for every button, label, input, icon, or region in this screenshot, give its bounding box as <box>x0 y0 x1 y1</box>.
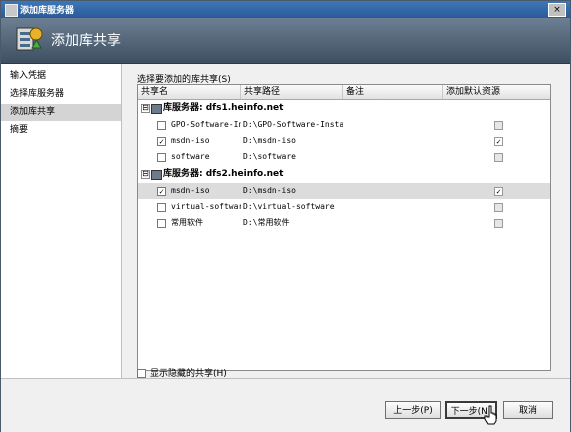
column-share-path[interactable]: 共享路径 <box>241 85 343 99</box>
close-button[interactable]: × <box>548 3 566 17</box>
default-resource-checkbox[interactable] <box>494 121 503 130</box>
share-checkbox[interactable] <box>157 219 166 228</box>
server-group-label: 库服务器: dfs2.heinfo.net <box>163 169 284 179</box>
share-row[interactable]: ✓ msdn-iso D:\msdn-iso ✓ <box>138 133 550 149</box>
step-summary[interactable]: 摘要 <box>1 122 121 139</box>
column-share-name[interactable]: 共享名 <box>138 85 241 99</box>
share-row[interactable]: ✓ msdn-iso D:\msdn-iso ✓ <box>138 183 550 199</box>
share-row[interactable]: software D:\software <box>138 149 550 165</box>
page-title: 添加库共享 <box>51 33 121 49</box>
collapse-icon[interactable]: ⊟ <box>141 104 150 113</box>
collapse-icon[interactable]: ⊟ <box>141 170 150 179</box>
default-resource-checkbox[interactable]: ✓ <box>494 187 503 196</box>
share-path: D:\msdn-iso <box>243 136 296 145</box>
share-path: D:\GPO-Software-Install <box>243 120 343 129</box>
back-button[interactable]: 上一步(P) <box>385 401 441 419</box>
mouse-cursor-icon <box>484 405 497 425</box>
window-icon <box>5 4 18 17</box>
step-select-library-server[interactable]: 选择库服务器 <box>1 86 121 103</box>
server-group: ⊟ 库服务器: dfs2.heinfo.net <box>138 166 550 182</box>
share-row[interactable]: virtual-software D:\virtual-software <box>138 199 550 215</box>
cancel-button[interactable]: 取消 <box>503 401 553 419</box>
title-bar: 添加库服务器 × <box>1 1 570 18</box>
grid-header: 共享名 共享路径 备注 添加默认资源 <box>138 85 550 100</box>
share-path: D:\software <box>243 152 296 161</box>
step-add-library-share[interactable]: 添加库共享 <box>1 104 121 121</box>
share-checkbox[interactable] <box>157 203 166 212</box>
default-resource-checkbox[interactable] <box>494 219 503 228</box>
add-library-server-window: 添加库服务器 × 添加库共享 输入凭据 选择库服务器 添加库共享 摘要 选择要添… <box>0 0 571 432</box>
share-checkbox[interactable]: ✓ <box>157 137 166 146</box>
library-share-icon <box>16 27 43 51</box>
share-path: D:\常用软件 <box>243 218 290 227</box>
share-row[interactable]: GPO-Software-Ins D:\GPO-Software-Install <box>138 117 550 133</box>
server-group: ⊟ 库服务器: dfs1.heinfo.net <box>138 100 550 116</box>
default-resource-checkbox[interactable] <box>494 203 503 212</box>
wizard-header: 添加库共享 <box>1 18 570 64</box>
share-checkbox[interactable] <box>157 153 166 162</box>
server-icon <box>151 170 162 180</box>
step-enter-credentials[interactable]: 输入凭据 <box>1 68 121 85</box>
server-icon <box>151 104 162 114</box>
wizard-steps: 输入凭据 选择库服务器 添加库共享 摘要 <box>1 64 122 378</box>
default-resource-checkbox[interactable]: ✓ <box>494 137 503 146</box>
column-add-default-resources[interactable]: 添加默认资源 <box>443 85 550 99</box>
share-name: virtual-software <box>171 202 241 211</box>
main-panel: 选择要添加的库共享(S) 共享名 共享路径 备注 添加默认资源 ⊟ 库服务器: … <box>122 64 570 379</box>
show-hidden-checkbox[interactable] <box>137 369 146 378</box>
default-resource-checkbox[interactable] <box>494 153 503 162</box>
share-name: software <box>171 152 210 161</box>
share-name: 常用软件 <box>171 218 203 227</box>
share-name: msdn-iso <box>171 136 210 145</box>
share-name: msdn-iso <box>171 186 210 195</box>
share-name: GPO-Software-Ins <box>171 120 241 129</box>
server-group-label: 库服务器: dfs1.heinfo.net <box>163 103 284 113</box>
share-grid[interactable]: 共享名 共享路径 备注 添加默认资源 ⊟ 库服务器: dfs1.heinfo.n… <box>137 84 551 371</box>
share-checkbox[interactable]: ✓ <box>157 187 166 196</box>
share-checkbox[interactable] <box>157 121 166 130</box>
share-path: D:\virtual-software <box>243 202 335 211</box>
share-path: D:\msdn-iso <box>243 186 296 195</box>
column-notes[interactable]: 备注 <box>343 85 443 99</box>
share-row[interactable]: 常用软件 D:\常用软件 <box>138 215 550 231</box>
window-title: 添加库服务器 <box>20 6 75 16</box>
